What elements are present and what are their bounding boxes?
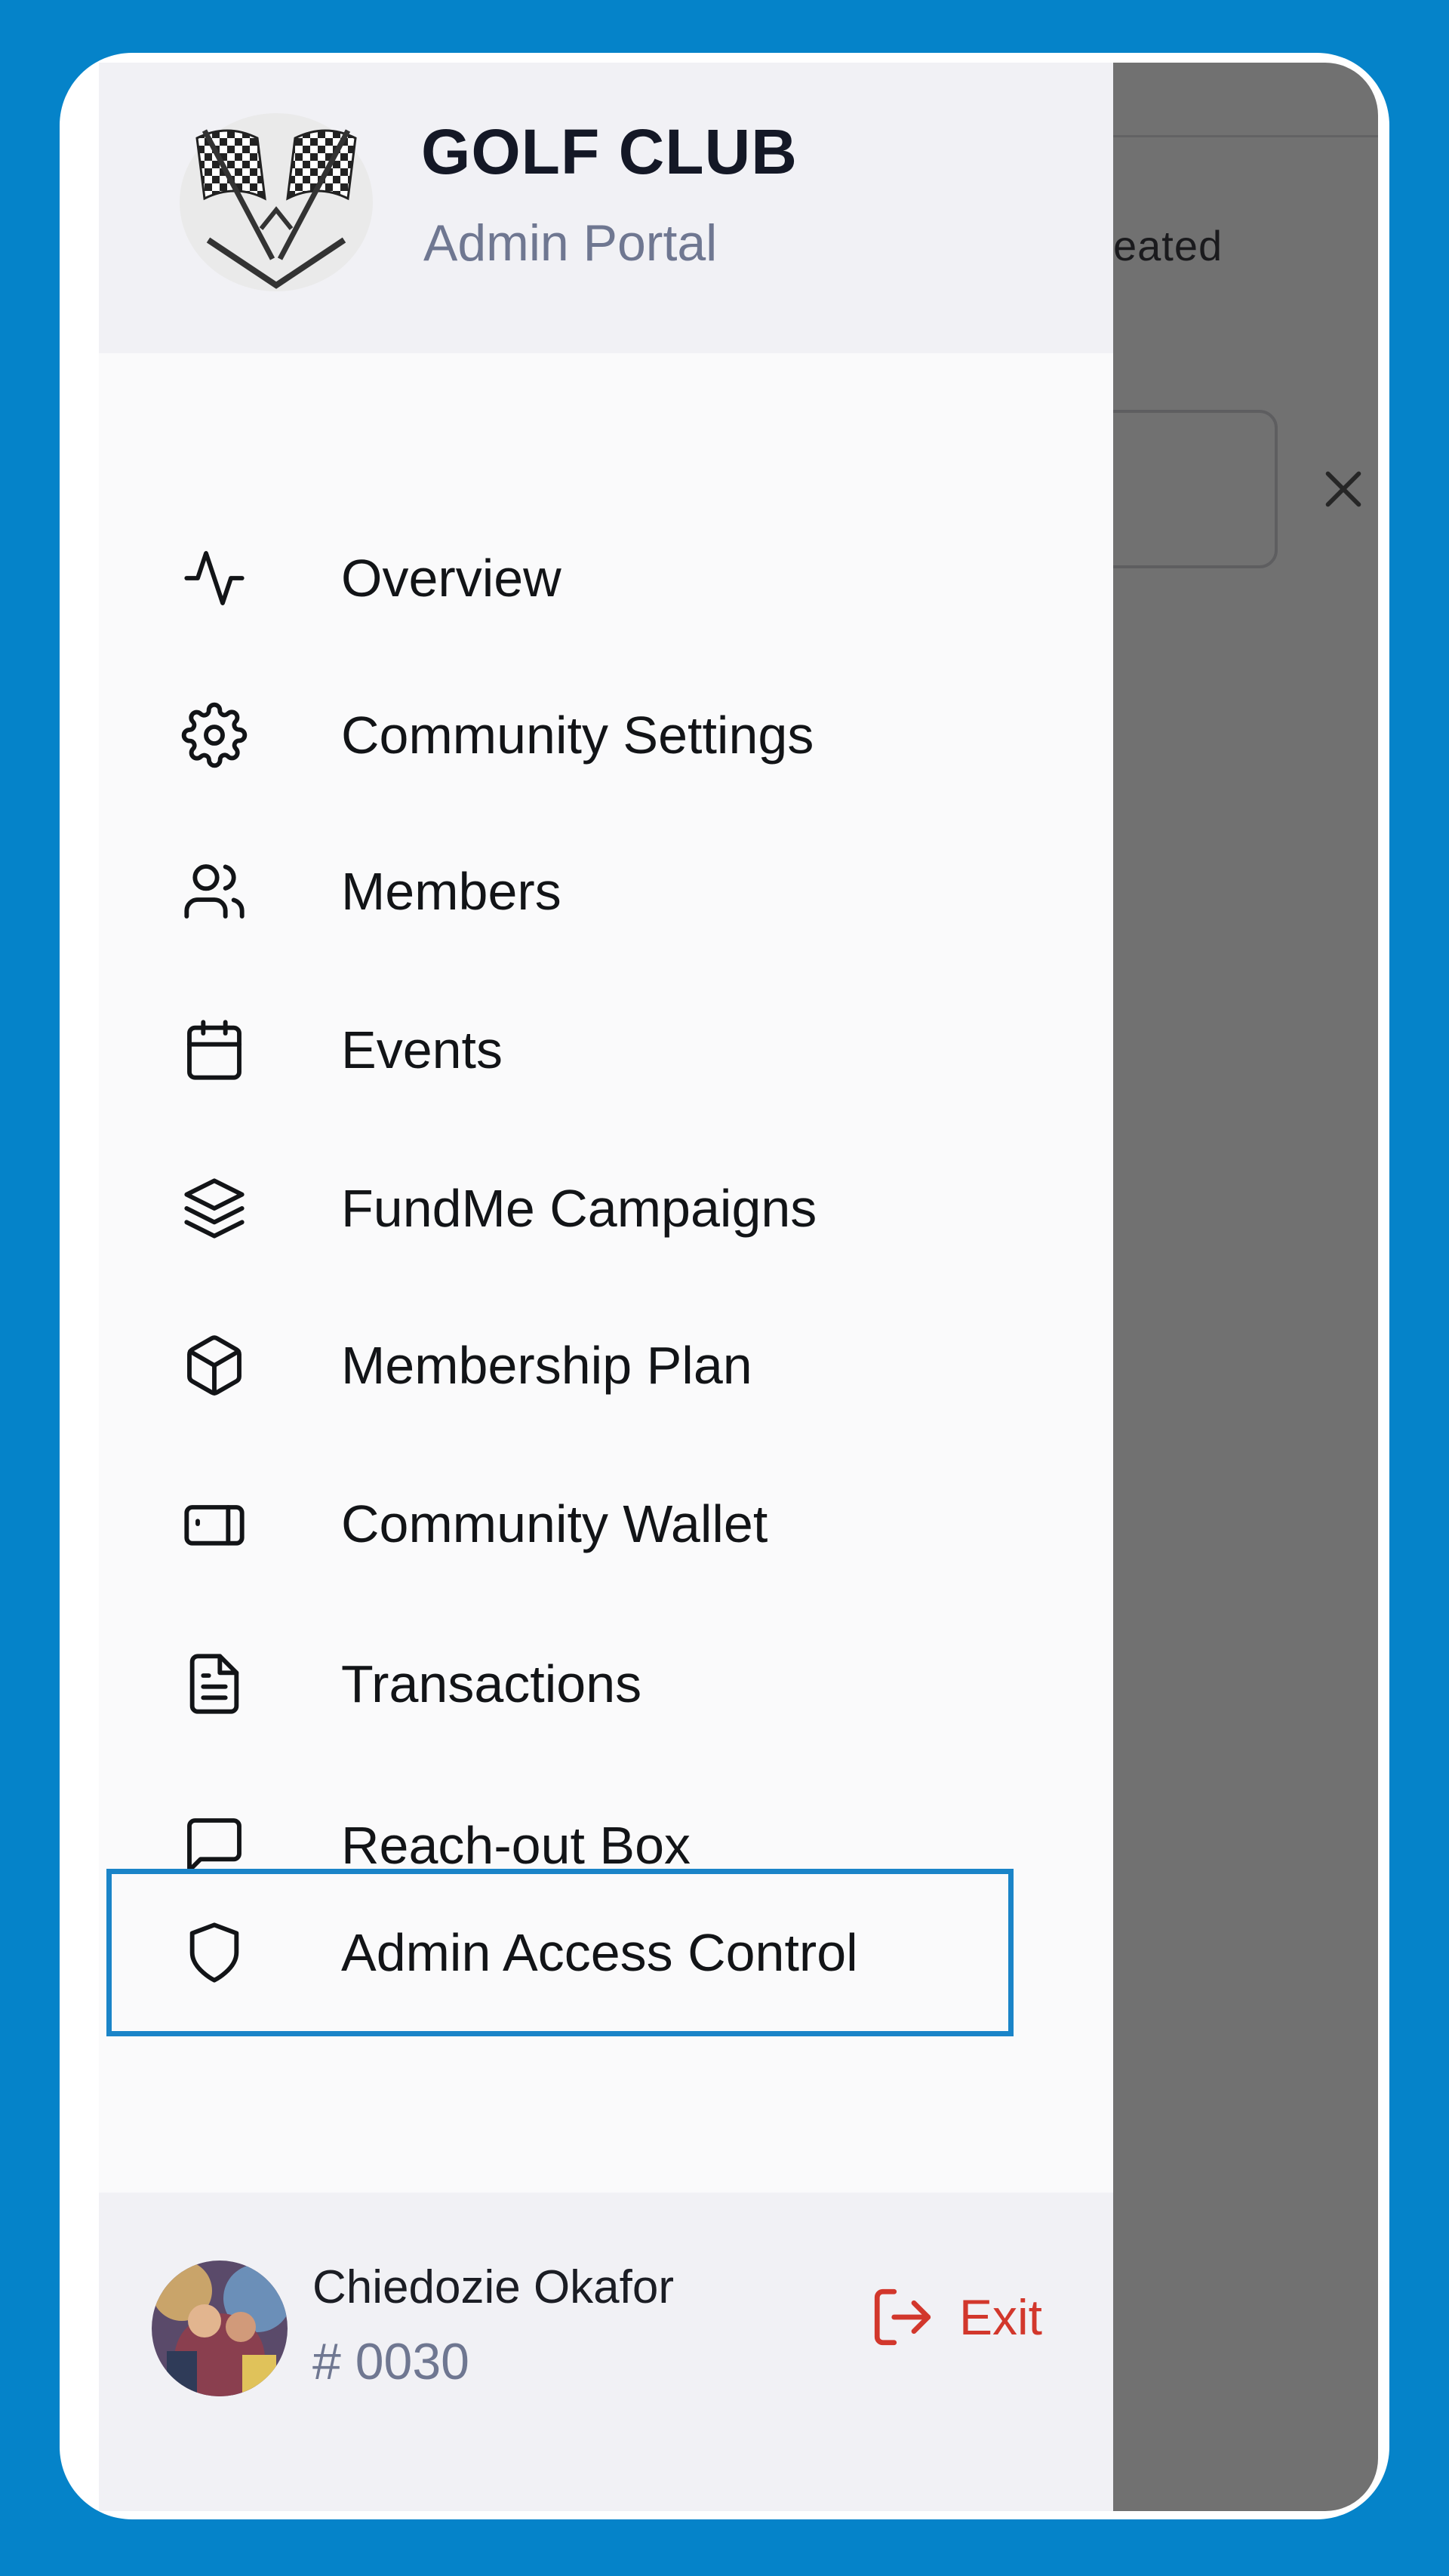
wallet-icon [178,1488,251,1560]
sidebar-item-members[interactable]: Members [106,816,1014,967]
avatar[interactable] [152,2261,288,2396]
sidebar-item-label: Community Wallet [341,1494,768,1553]
gear-icon [178,699,251,771]
user-name: Chiedozie Okafor [312,2261,675,2313]
sidebar-item-community-settings[interactable]: Community Settings [106,660,1014,811]
sidebar-item-overview[interactable]: Overview [106,503,1014,654]
sidebar-item-label: Reach-out Box [341,1816,691,1875]
sidebar-item-label: Members [341,862,561,921]
sidebar-item-label: Transactions [341,1654,642,1713]
brand-title: GOLF CLUB [421,116,798,187]
sidebar-item-events[interactable]: Events [106,974,1014,1125]
package-icon [178,1329,251,1402]
user-id: # 0030 [312,2333,469,2390]
calendar-icon [178,1014,251,1086]
sidebar-item-label: Community Settings [341,706,814,765]
sidebar-item-label: FundMe Campaigns [341,1179,817,1238]
shield-icon [178,1916,251,1989]
activity-icon [178,542,251,614]
sidebar-item-label: Events [341,1020,503,1079]
drawer-footer: Chiedozie Okafor # 0030 Exit [99,2193,1113,2511]
layers-icon [178,1172,251,1245]
drawer-backdrop[interactable] [1113,63,1378,2511]
sidebar-item-transactions[interactable]: Transactions [106,1608,1014,1759]
exit-button[interactable]: Exit [869,2283,1042,2351]
navigation-drawer: GOLF CLUB Admin Portal Overview Communit… [99,63,1113,2511]
sidebar-item-label: Membership Plan [341,1336,752,1395]
users-icon [178,855,251,928]
file-text-icon [178,1648,251,1720]
sidebar-item-fundme-campaigns[interactable]: FundMe Campaigns [106,1133,1014,1284]
sidebar-item-label: Overview [341,549,561,608]
log-out-icon [874,2288,931,2346]
sidebar-item-admin-access-control[interactable]: Admin Access Control [106,1869,1014,2036]
sidebar-item-label: Admin Access Control [341,1923,858,1982]
exit-label: Exit [959,2289,1043,2345]
sidebar-item-membership-plan[interactable]: Membership Plan [106,1290,1014,1441]
brand-subtitle: Admin Portal [423,214,718,272]
drawer-header: GOLF CLUB Admin Portal [99,63,1113,353]
app-screen: eated [99,63,1378,2511]
sidebar-item-community-wallet[interactable]: Community Wallet [106,1448,1014,1599]
club-logo [180,113,373,291]
